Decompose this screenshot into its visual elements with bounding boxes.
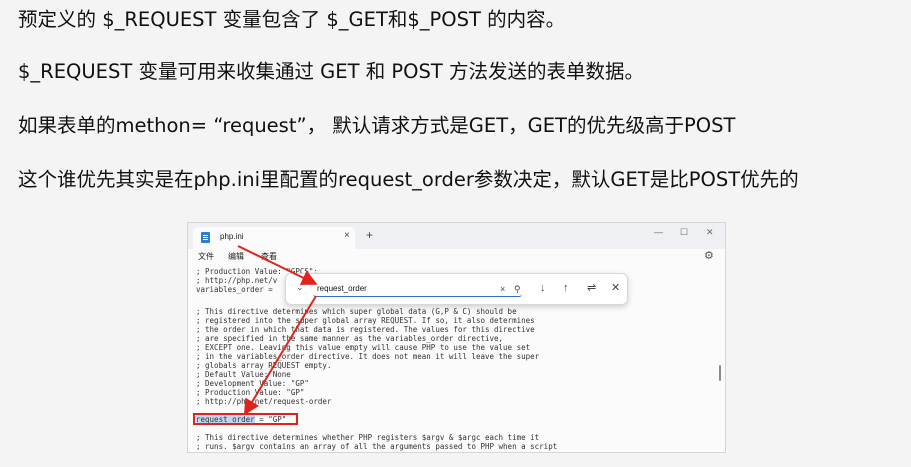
close-tab-icon[interactable]: × bbox=[344, 230, 350, 241]
tab-title: php.ini bbox=[220, 232, 244, 241]
scrollbar-thumb[interactable] bbox=[719, 365, 721, 381]
menu-file[interactable]: 文件 bbox=[198, 251, 214, 262]
annotation-box bbox=[193, 413, 298, 425]
editor-line: ; the order in which that data is regist… bbox=[196, 325, 535, 334]
editor-line: ; are specified in the same manner as th… bbox=[196, 334, 504, 343]
title-bar: php.ini × + — ☐ ✕ bbox=[188, 223, 725, 249]
editor-line: ; in the variables_order directive. It d… bbox=[196, 352, 540, 361]
clear-icon[interactable]: × bbox=[500, 282, 505, 296]
slide-line-3: 如果表单的methon= “request”， 默认请求方式是GET，GET的优… bbox=[18, 114, 736, 137]
editor-line: ; globals array REQUEST empty. bbox=[196, 361, 332, 370]
find-previous-icon[interactable]: ↑ bbox=[563, 281, 569, 295]
find-input[interactable] bbox=[313, 280, 522, 297]
minimize-icon[interactable]: — bbox=[654, 227, 663, 237]
close-window-icon[interactable]: ✕ bbox=[706, 227, 714, 238]
editor-line: ; Production Value: "GP" bbox=[196, 388, 305, 397]
slide-line-1: 预定义的 $_REQUEST 变量包含了 $_GET和$_POST 的内容。 bbox=[18, 8, 566, 31]
editor-line: ; EXCEPT one. Leaving this value empty w… bbox=[196, 343, 531, 352]
editor-line: ; runs. $argv contains an array of all t… bbox=[196, 442, 558, 451]
editor-line: variables_order = bbox=[196, 285, 273, 294]
chevron-down-icon[interactable]: ⌄ bbox=[296, 282, 304, 293]
find-options-icon[interactable]: ⇌ bbox=[587, 281, 596, 295]
editor-line: ; registered into the super global array… bbox=[196, 316, 535, 325]
editor-line: ; This directive determines whether PHP … bbox=[196, 433, 540, 442]
maximize-icon[interactable]: ☐ bbox=[680, 227, 688, 238]
menu-view[interactable]: 查看 bbox=[261, 251, 277, 262]
editor-line: ; Development Value: "GP" bbox=[196, 379, 309, 388]
new-tab-icon[interactable]: + bbox=[366, 229, 373, 241]
editor-line: ; Default Value: None bbox=[196, 370, 291, 379]
editor-line: ; This directive determines which super … bbox=[196, 307, 517, 316]
find-bar: ⌄ × ⚲ ↓ ↑ ⇌ ✕ bbox=[285, 273, 628, 305]
editor-line: ; http://php.net/v bbox=[196, 276, 278, 285]
slide-line-2: $_REQUEST 变量可用来收集通过 GET 和 POST 方法发送的表单数据… bbox=[18, 60, 644, 83]
find-next-icon[interactable]: ↓ bbox=[540, 281, 546, 295]
search-icon[interactable]: ⚲ bbox=[514, 282, 521, 296]
menu-edit[interactable]: 编辑 bbox=[228, 251, 244, 262]
notepad-file-icon bbox=[201, 232, 210, 243]
gear-icon[interactable]: ⚙ bbox=[704, 249, 714, 262]
file-tab[interactable]: php.ini × bbox=[193, 227, 355, 249]
notepad-window: php.ini × + — ☐ ✕ 文件 编辑 查看 ⚙ ; Productio… bbox=[187, 222, 726, 453]
close-find-icon[interactable]: ✕ bbox=[611, 281, 620, 295]
editor-line: ; http://php.net/request-order bbox=[196, 397, 332, 406]
slide-line-4: 这个谁优先其实是在php.ini里配置的request_order参数决定，默认… bbox=[18, 168, 799, 191]
menu-bar: 文件 编辑 查看 ⚙ bbox=[188, 249, 725, 265]
